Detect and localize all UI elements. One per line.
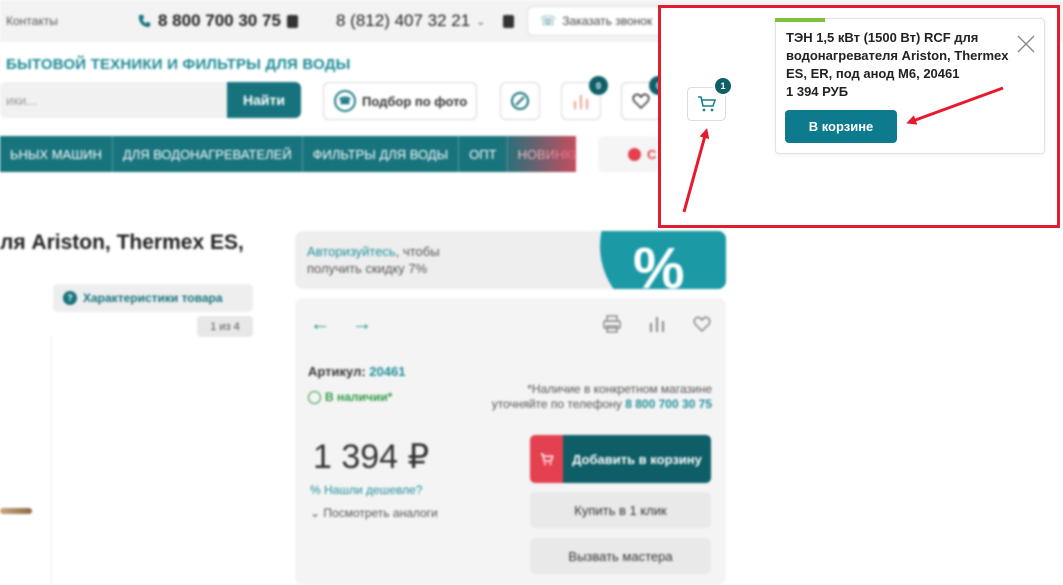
arrow-to-cart [682,128,710,213]
annotation-arrows [682,86,1004,213]
arrow-to-in-cart-button [906,86,1004,125]
page: Контакты 8 800 700 30 75 8 (812) 407 32 … [0,0,1063,585]
